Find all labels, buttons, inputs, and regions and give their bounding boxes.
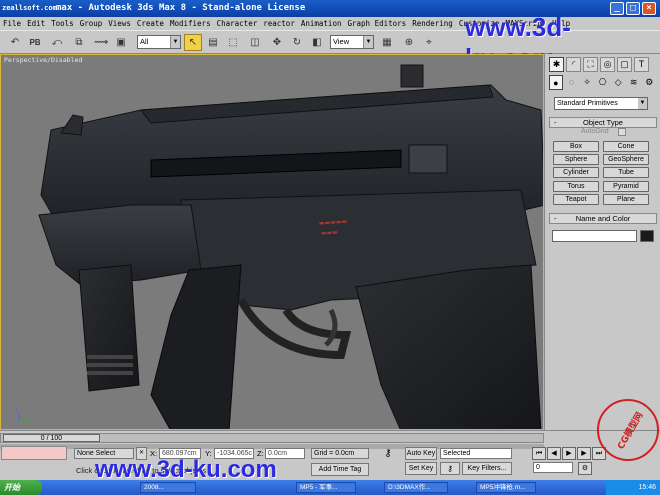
taskbar-item-2[interactable]: MP5 - 军事... — [296, 482, 356, 493]
pb-button[interactable]: PB — [26, 34, 44, 51]
shapes-icon[interactable]: ◌ — [565, 75, 579, 90]
geometry-icon[interactable]: ● — [549, 75, 563, 90]
cone-button[interactable]: Cone — [603, 141, 649, 152]
modify-tab-icon[interactable]: ◜ — [566, 57, 581, 72]
object-color-swatch[interactable] — [640, 230, 654, 242]
unlink-icon[interactable]: ⧉ — [70, 34, 88, 51]
start-button[interactable]: 开始 — [0, 480, 42, 495]
box-button[interactable]: Box — [553, 141, 599, 152]
weapon-model: ▬▬▬▬▬ ▬▬▬ z — [15, 64, 543, 429]
perspective-viewport[interactable]: Perspective/Disabled ▬▬▬▬▬ ▬▬▬ z — [0, 54, 544, 430]
selected-dropdown[interactable]: Selected — [440, 448, 512, 459]
utilities-tab-icon[interactable]: T — [634, 57, 649, 72]
geosphere-button[interactable]: GeoSphere — [603, 154, 649, 165]
menu-views[interactable]: Views — [105, 17, 134, 30]
menu-rendering[interactable]: Rendering — [409, 17, 456, 30]
svg-text:▬▬▬: ▬▬▬ — [321, 229, 339, 237]
bind-space-warp-icon[interactable]: ⟿ — [92, 34, 110, 51]
create-subtabs: ● ◌ ✧ ⎔ ◇ ≋ ⚙ — [545, 73, 660, 93]
prev-frame-icon[interactable]: ◀ — [547, 447, 561, 460]
add-time-tag-button[interactable]: Add Time Tag — [311, 463, 369, 476]
current-frame-field[interactable]: 0 — [533, 462, 573, 473]
helpers-icon[interactable]: ◇ — [611, 75, 625, 90]
menu-group[interactable]: Group — [77, 17, 106, 30]
set-key-button[interactable]: Set Key — [405, 462, 437, 475]
grid-readout: Grid = 0.0cm — [311, 448, 369, 459]
autogrid-label: AutoGrid — [581, 128, 609, 135]
command-panel: ✱ ◜ ⛶ ◎ ▢ T ● ◌ ✧ ⎔ ◇ ≋ ⚙ Standard Primi… — [544, 54, 660, 430]
command-panel-tabs: ✱ ◜ ⛶ ◎ ▢ T — [545, 54, 660, 73]
cg-stamp: CG模型网 — [590, 385, 660, 465]
select-by-name-icon[interactable]: ▣ — [112, 34, 130, 51]
move-icon[interactable]: ✥ — [268, 34, 286, 51]
rotate-icon[interactable]: ↻ — [288, 34, 306, 51]
key-filters-button[interactable]: Key Filters... — [462, 462, 512, 475]
primitives-dropdown[interactable]: Standard Primitives ▼ — [554, 97, 648, 110]
select-object-icon[interactable]: ↖ — [184, 34, 202, 51]
play-icon[interactable]: ▶ — [562, 447, 576, 460]
taskbar-item-1[interactable]: 2008... — [140, 482, 196, 493]
select-by-region-icon[interactable]: ▤ — [204, 34, 222, 51]
time-slider-knob[interactable]: 0 / 100 — [3, 434, 100, 442]
taskbar-item-3[interactable]: D:\3DMAX作... — [384, 482, 448, 493]
time-slider[interactable]: 0 / 100 — [0, 433, 544, 443]
space-warps-icon[interactable]: ≋ — [627, 75, 641, 90]
menu-reactor[interactable]: reactor — [260, 17, 298, 30]
pyramid-button[interactable]: Pyramid — [603, 181, 649, 192]
system-tray: 15:46 — [606, 480, 660, 495]
svg-text:CG模型网: CG模型网 — [615, 410, 646, 452]
menu-character[interactable]: Character — [214, 17, 261, 30]
selection-filter-dropdown[interactable]: All ▼ — [137, 35, 181, 49]
set-key-icon[interactable]: ⚷ — [440, 462, 460, 475]
maxscript-listener-mini[interactable] — [1, 446, 67, 460]
key-icon[interactable]: ⚷ — [375, 449, 401, 462]
menu-tools[interactable]: Tools — [48, 17, 77, 30]
menu-create[interactable]: Create — [134, 17, 167, 30]
window-title: max - Autodesk 3ds Max 8 - Stand-alone L… — [56, 3, 306, 13]
hierarchy-tab-icon[interactable]: ⛶ — [583, 57, 598, 72]
manipulate-icon[interactable]: ⊕ — [400, 34, 418, 51]
display-tab-icon[interactable]: ▢ — [617, 57, 632, 72]
auto-key-button[interactable]: Auto Key — [405, 447, 437, 460]
systems-icon[interactable]: ⚙ — [642, 75, 656, 90]
motion-tab-icon[interactable]: ◎ — [600, 57, 615, 72]
goto-start-icon[interactable]: ⏮ — [532, 447, 546, 460]
taskbar: 开始 2008... MP5 - 军事... D:\3DMAX作... MP5冲… — [0, 480, 660, 495]
plane-button[interactable]: Plane — [603, 194, 649, 205]
cylinder-button[interactable]: Cylinder — [553, 167, 599, 178]
link-icon[interactable]: ⤺ — [48, 34, 66, 51]
create-tab-icon[interactable]: ✱ — [549, 57, 564, 72]
snap-toggle-icon[interactable]: ⌖ — [420, 34, 438, 51]
torus-button[interactable]: Torus — [553, 181, 599, 192]
menu-graph-editors[interactable]: Graph Editors — [344, 17, 409, 30]
scale-icon[interactable]: ◧ — [308, 34, 326, 51]
svg-text:z: z — [15, 407, 18, 413]
object-name-field[interactable] — [552, 230, 637, 242]
object-type-rollout[interactable]: Object Type — [549, 117, 657, 128]
sphere-button[interactable]: Sphere — [553, 154, 599, 165]
window-crossing-icon[interactable]: ◫ — [246, 34, 264, 51]
clock: 15:46 — [638, 484, 656, 491]
menu-animation[interactable]: Animation — [298, 17, 345, 30]
menu-modifiers[interactable]: Modifiers — [167, 17, 214, 30]
menu-edit[interactable]: Edit — [24, 17, 48, 30]
tube-button[interactable]: Tube — [603, 167, 649, 178]
undo-icon[interactable]: ↶ — [6, 34, 24, 51]
name-and-color-rollout[interactable]: Name and Color — [549, 213, 657, 224]
rectangular-selection-icon[interactable]: ⬚ — [224, 34, 242, 51]
pivot-icon[interactable]: ▦ — [378, 34, 396, 51]
reference-coordinate-dropdown[interactable]: View ▼ — [330, 35, 374, 49]
cameras-icon[interactable]: ⎔ — [596, 75, 610, 90]
next-frame-icon[interactable]: ▶ — [577, 447, 591, 460]
autogrid-checkbox[interactable] — [618, 128, 626, 136]
teapot-button[interactable]: Teapot — [553, 194, 599, 205]
site-label: zeallsoft.com — [2, 4, 57, 12]
menu-file[interactable]: File — [0, 17, 24, 30]
taskbar-item-4[interactable]: MP5冲锋枪.m... — [476, 482, 536, 493]
lights-icon[interactable]: ✧ — [580, 75, 594, 90]
